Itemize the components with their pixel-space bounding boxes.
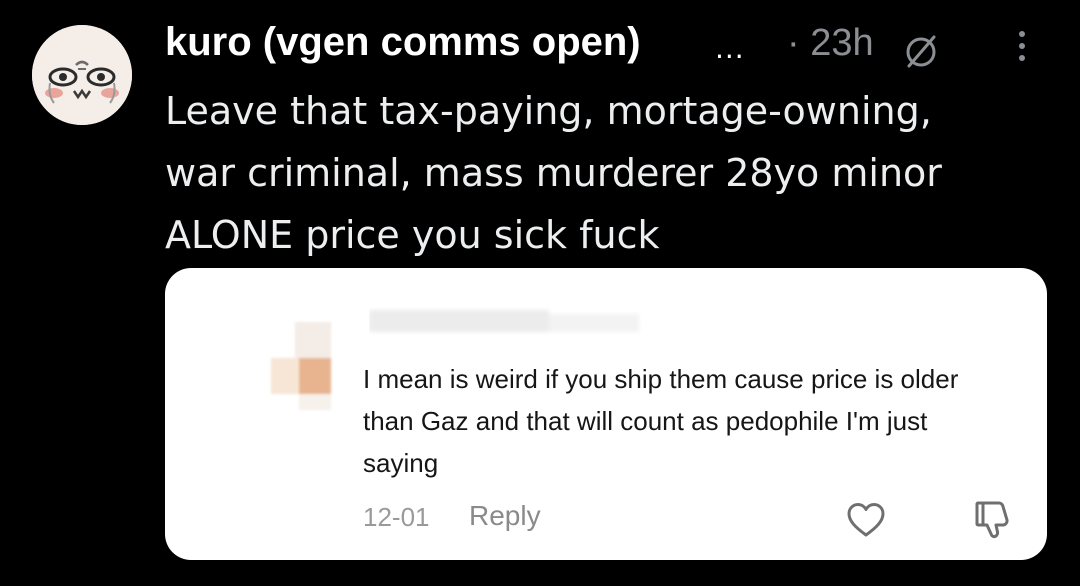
post-text-line: ALONE price you sick fuck: [165, 213, 660, 257]
avatar[interactable]: [32, 25, 132, 125]
attached-comment-screenshot[interactable]: I mean is weird if you ship them cause p…: [165, 268, 1047, 560]
more-vertical-icon[interactable]: [1015, 26, 1029, 66]
blurred-commenter-name: [369, 310, 639, 332]
author-name[interactable]: kuro (vgen comms open): [165, 20, 641, 65]
post-text-line: Leave that tax-paying, mortage-owning,: [165, 89, 932, 133]
name-truncation: ...: [715, 32, 745, 65]
comment-text-line: saying: [363, 448, 439, 478]
comment-date: 12-01: [363, 502, 430, 532]
post-text-line: war criminal, mass murderer 28yo minor: [165, 151, 942, 195]
comment-text-line: I mean is weird if you ship them cause p…: [363, 364, 959, 394]
thumbs-down-icon[interactable]: [973, 498, 1013, 540]
null-circle-icon: [901, 32, 941, 72]
comment-text: I mean is weird if you ship them cause p…: [363, 358, 1003, 484]
post-timestamp[interactable]: · 23h: [787, 22, 874, 65]
reply-button[interactable]: Reply: [469, 500, 541, 532]
post-header: kuro (vgen comms open) ... · 23h: [165, 12, 1065, 78]
heart-icon[interactable]: [845, 500, 887, 540]
comment-text-line: than Gaz and that will count as pedophil…: [363, 406, 928, 436]
post-text: Leave that tax-paying, mortage-owning, w…: [165, 80, 1045, 266]
blurred-commenter-avatar: [271, 322, 331, 410]
avatar-sticker-image: [32, 25, 132, 125]
